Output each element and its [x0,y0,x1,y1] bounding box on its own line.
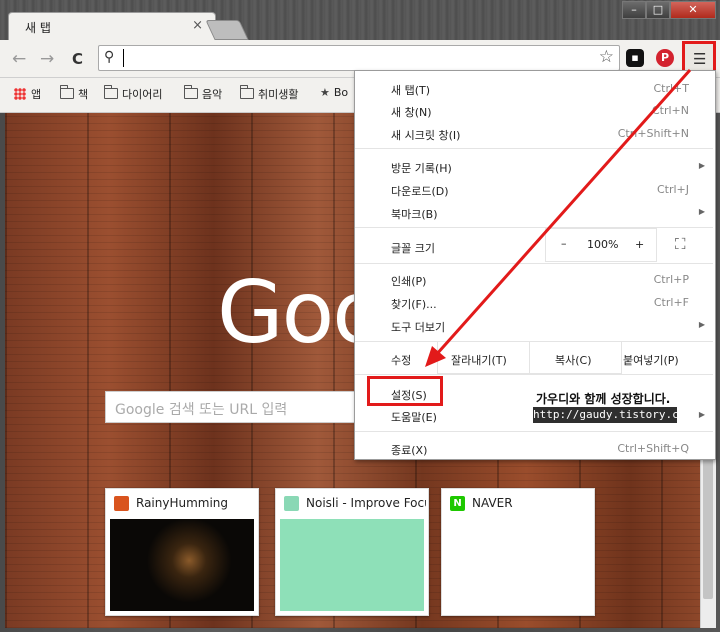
menu-item-print[interactable]: 인쇄(P) [391,273,426,289]
bookmark-folder-music[interactable]: 음악 [184,85,223,102]
pinterest-extension-icon[interactable]: P [656,49,674,67]
hamburger-menu-icon: ☰ [693,50,707,68]
menu-item-find[interactable]: 찾기(F)... [391,296,437,312]
most-visited-tile[interactable]: RainyHumming [105,488,259,616]
bookmark-label: 앱 [31,88,42,101]
naver-favicon-icon: N [450,496,465,511]
shortcut-find: Ctrl+F [653,296,689,309]
maximize-button[interactable]: □ [646,1,670,19]
tab-title: 새 탭 [25,21,51,35]
tab-close-icon[interactable]: × [192,18,203,33]
settings-highlight-box [367,376,443,406]
chrome-menu-button[interactable]: ☰ [682,41,716,73]
copy-button[interactable]: 복사(C) [555,352,592,368]
bookmark-star-icon[interactable]: ☆ [599,47,614,67]
tile-thumbnail [110,519,254,611]
menu-item-history[interactable]: 방문 기록(H) [391,160,452,176]
bookmark-bookmarked[interactable]: ★ Bo [320,86,348,99]
zoom-level: 100% [587,238,619,251]
shortcut-exit: Ctrl+Shift+Q [617,442,689,455]
back-arrow-icon[interactable]: ← [12,49,26,69]
star-icon: ★ [320,86,330,99]
noisli-favicon-icon [284,496,299,511]
tab-new-tab[interactable]: 새 탭 × [8,12,216,41]
watermark-url: http://gaudy.tistory.com [533,407,692,423]
shortcut-new-window: Ctrl+N [651,104,689,117]
paste-button[interactable]: 붙여넣기(P) [623,352,679,368]
menu-item-bookmarks[interactable]: 북마크(B) [391,206,438,222]
shortcut-downloads: Ctrl+J [656,183,689,196]
menu-item-help[interactable]: 도움말(E) [391,409,437,425]
tile-thumbnail [280,519,424,611]
reload-icon[interactable]: C [72,50,83,68]
search-placeholder: Google 검색 또는 URL 입력 [115,402,288,418]
tile-title: NAVER [472,496,513,510]
submenu-arrow-icon: ▶ [698,161,705,170]
zoom-in-button[interactable]: + [635,238,644,251]
bookmark-label: 책 [78,88,89,101]
menu-item-exit[interactable]: 종료(X) [391,442,427,458]
bookmark-folder-hobby[interactable]: 취미생활 [240,85,299,102]
bookmark-label: 다이어리 [122,88,163,101]
close-window-button[interactable]: ✕ [670,1,716,19]
menu-separator [355,263,713,264]
submenu-arrow-icon: ▶ [698,320,705,329]
browser-window: 새 탭 × – □ ✕ ← → C ⚲ ☆ ▪ P ☰ 앱 책 다이어리 음악 … [0,0,720,632]
bookmark-label: 음악 [202,88,223,101]
zoom-out-button[interactable]: – [561,237,567,250]
omnibox[interactable]: ⚲ ☆ [98,45,620,71]
fullscreen-icon[interactable]: ⛶ [675,235,686,253]
menu-item-more-tools[interactable]: 도구 더보기 [391,319,445,335]
submenu-arrow-icon: ▶ [698,410,705,419]
menu-item-downloads[interactable]: 다운로드(D) [391,183,449,199]
menu-separator [355,374,713,375]
menu-separator [355,227,713,228]
tile-title: Noisli - Improve Focus [306,496,426,510]
folder-icon [240,85,254,99]
zoom-label: 글꼴 크기 [391,242,435,255]
most-visited-tile[interactable]: Noisli - Improve Focus [275,488,429,616]
folder-icon [60,85,74,99]
folder-icon [104,85,118,99]
menu-item-new-tab[interactable]: 새 탭(T) [391,82,430,98]
minimize-button[interactable]: – [622,1,646,19]
tile-title: RainyHumming [136,496,229,510]
submenu-arrow-icon: ▶ [698,207,705,216]
bookmark-apps[interactable]: 앱 [14,86,41,102]
apps-grid-icon [14,88,26,100]
cut-button[interactable]: 잘라내기(T) [451,352,507,368]
omnibox-input[interactable] [123,49,592,67]
tile-thumbnail [446,519,590,611]
magnifier-icon: ⚲ [104,49,115,65]
menu-item-new-window[interactable]: 새 창(N) [391,104,432,120]
blackberry-extension-icon[interactable]: ▪ [626,49,644,67]
menu-separator [355,148,713,149]
shortcut-new-tab: Ctrl+T [653,82,689,95]
menu-separator [355,431,713,432]
most-visited-tile[interactable]: N NAVER [441,488,595,616]
edit-label: 수정 [391,354,412,367]
shortcut-print: Ctrl+P [653,273,689,286]
watermark-caption: 가우디와 함께 성장합니다. [536,392,671,406]
bookmark-folder-diary[interactable]: 다이어리 [104,85,163,102]
forward-arrow-icon[interactable]: → [40,49,54,69]
bookmark-label: Bo [333,86,349,99]
rainyhumming-favicon-icon [114,496,129,511]
shortcut-incognito: Ctrl+Shift+N [617,127,689,140]
folder-icon [184,85,198,99]
bookmark-folder-books[interactable]: 책 [60,85,89,102]
menu-item-incognito[interactable]: 새 시크릿 창(I) [391,127,460,143]
bookmark-label: 취미생활 [258,88,299,101]
